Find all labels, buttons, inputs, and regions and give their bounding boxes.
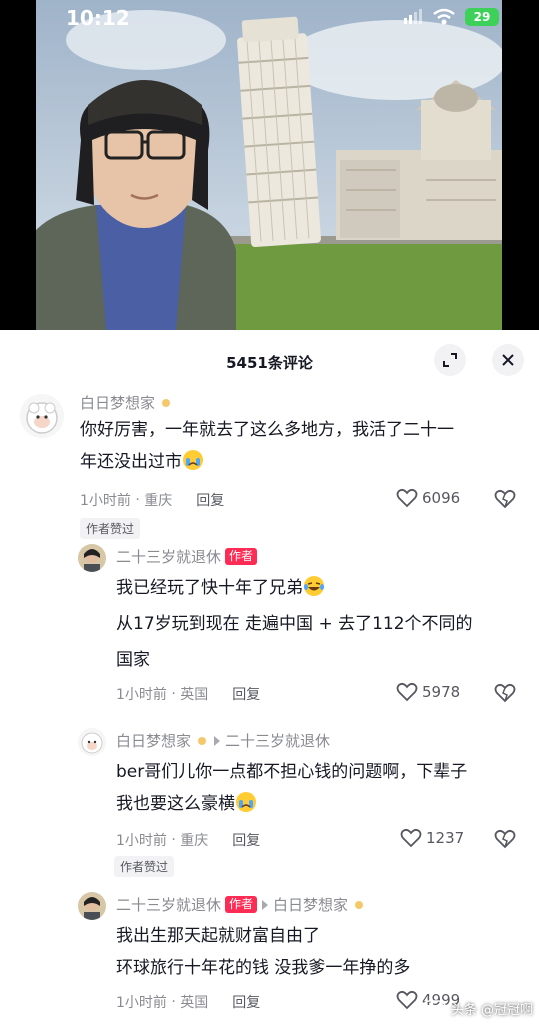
- heart-outline-icon: [396, 990, 418, 1010]
- sun-badge-icon: [162, 398, 171, 407]
- like-count: 5978: [422, 683, 461, 701]
- wifi-icon: [433, 8, 455, 25]
- reply-button[interactable]: 回复: [232, 684, 260, 704]
- reply-button[interactable]: 回复: [232, 830, 260, 850]
- comment-text-line: ber哥们儿你一点都不担心钱的问题啊，下辈子: [116, 762, 468, 782]
- comment-author[interactable]: 二十三岁就退休 作者: [116, 546, 258, 567]
- reply-arrow-icon: [262, 899, 269, 910]
- comment-meta: 1小时前 · 重庆 回复: [80, 490, 225, 510]
- sheep-avatar-icon: [20, 394, 64, 438]
- toutiao-logo-icon: [421, 999, 447, 1018]
- user-avatar-icon: [78, 544, 106, 572]
- like-button[interactable]: 6096: [396, 488, 460, 508]
- watermark-text: 头条 @冠冠啊: [450, 1003, 533, 1018]
- reply-button[interactable]: 回复: [232, 992, 260, 1012]
- comment-location: 英国: [180, 687, 209, 703]
- comment-text-line: 你好厉害，一年就去了这么多地方，我活了二十一: [80, 420, 454, 440]
- status-bar: 10:12 29: [0, 0, 539, 40]
- comment-sheet: 5451条评论 白日梦想家 你好厉害，一年就去了这么多地方，我活了二十一 年还没…: [0, 330, 539, 1024]
- reply-to-username[interactable]: 二十三岁就退休: [225, 730, 330, 751]
- expand-button[interactable]: [434, 344, 466, 376]
- close-icon: [502, 354, 514, 366]
- username[interactable]: 白日梦想家: [116, 730, 191, 751]
- comment-author[interactable]: 二十三岁就退休 作者 白日梦想家: [116, 894, 366, 915]
- comment-text: 我也要这么豪横: [116, 794, 235, 814]
- avatar[interactable]: [78, 892, 106, 920]
- comment-meta: 1小时前 · 英国 回复: [116, 992, 261, 1012]
- avatar[interactable]: [78, 728, 106, 756]
- comment-time: 1小时前: [116, 833, 167, 849]
- comment-location: 英国: [180, 995, 209, 1011]
- comment-text-line: 环球旅行十年花的钱 没我爹一年挣的多: [116, 958, 411, 978]
- comment-location: 重庆: [144, 493, 173, 509]
- sheep-avatar-icon: [78, 728, 106, 756]
- comment-text-line: 国家: [116, 650, 150, 670]
- battery-icon: 29: [465, 8, 499, 26]
- video-player[interactable]: 10:12 29: [0, 0, 539, 330]
- heart-outline-icon: [396, 488, 418, 508]
- username[interactable]: 白日梦想家: [80, 392, 155, 413]
- comment-meta: 1小时前 · 英国 回复: [116, 684, 261, 704]
- status-time: 10:12: [66, 6, 130, 30]
- comment-text: 年还没出过市: [80, 452, 182, 472]
- signal-icon: [404, 9, 422, 24]
- watermark: 头条 @冠冠啊: [421, 999, 533, 1018]
- like-count: 6096: [422, 489, 461, 507]
- sun-badge-icon: [198, 736, 207, 745]
- comment-text-line: 我也要这么豪横: [116, 788, 257, 820]
- comment-text-line: 我已经玩了快十年了兄弟: [116, 572, 325, 604]
- crying-emoji-icon: [183, 450, 203, 470]
- broken-heart-icon[interactable]: [494, 829, 516, 849]
- comment-text: 我已经玩了快十年了兄弟: [116, 578, 303, 598]
- comment-text-line: 我出生那天起就财富自由了: [116, 926, 320, 946]
- heart-outline-icon: [396, 682, 418, 702]
- laugh-tears-emoji-icon: [304, 576, 324, 596]
- reply-to-username[interactable]: 白日梦想家: [273, 894, 348, 915]
- heart-outline-icon: [400, 828, 422, 848]
- comment-time: 1小时前: [80, 493, 131, 509]
- author-tag: 作者: [225, 548, 258, 565]
- like-button[interactable]: 1237: [400, 828, 464, 848]
- expand-icon: [443, 353, 457, 367]
- reply-button[interactable]: 回复: [196, 490, 224, 510]
- user-avatar-icon: [78, 892, 106, 920]
- crying-emoji-icon: [236, 792, 256, 812]
- author-liked-badge: 作者赞过: [80, 518, 141, 539]
- avatar[interactable]: [20, 394, 64, 438]
- broken-heart-icon[interactable]: [494, 489, 516, 509]
- username[interactable]: 二十三岁就退休: [116, 894, 221, 915]
- video-frame: [36, 0, 502, 330]
- author-liked-badge: 作者赞过: [114, 856, 175, 877]
- avatar[interactable]: [78, 544, 106, 572]
- sun-badge-icon: [355, 900, 364, 909]
- comment-text-line: 年还没出过市: [80, 446, 204, 478]
- comment-text-line: 从17岁玩到现在 走遍中国 + 去了112个不同的: [116, 614, 473, 634]
- like-count: 1237: [426, 829, 465, 847]
- broken-heart-icon[interactable]: [494, 683, 516, 703]
- comment-author[interactable]: 白日梦想家 二十三岁就退休: [116, 730, 330, 751]
- author-tag: 作者: [225, 896, 258, 913]
- comment-author[interactable]: 白日梦想家: [80, 392, 173, 413]
- username[interactable]: 二十三岁就退休: [116, 546, 221, 567]
- comment-time: 1小时前: [116, 687, 167, 703]
- status-icons: 29: [403, 8, 499, 26]
- comment-time: 1小时前: [116, 995, 167, 1011]
- like-button[interactable]: 5978: [396, 682, 460, 702]
- comment-meta: 1小时前 · 重庆 回复: [116, 830, 261, 850]
- close-button[interactable]: [492, 344, 524, 376]
- reply-arrow-icon: [214, 735, 221, 746]
- comment-location: 重庆: [180, 833, 209, 849]
